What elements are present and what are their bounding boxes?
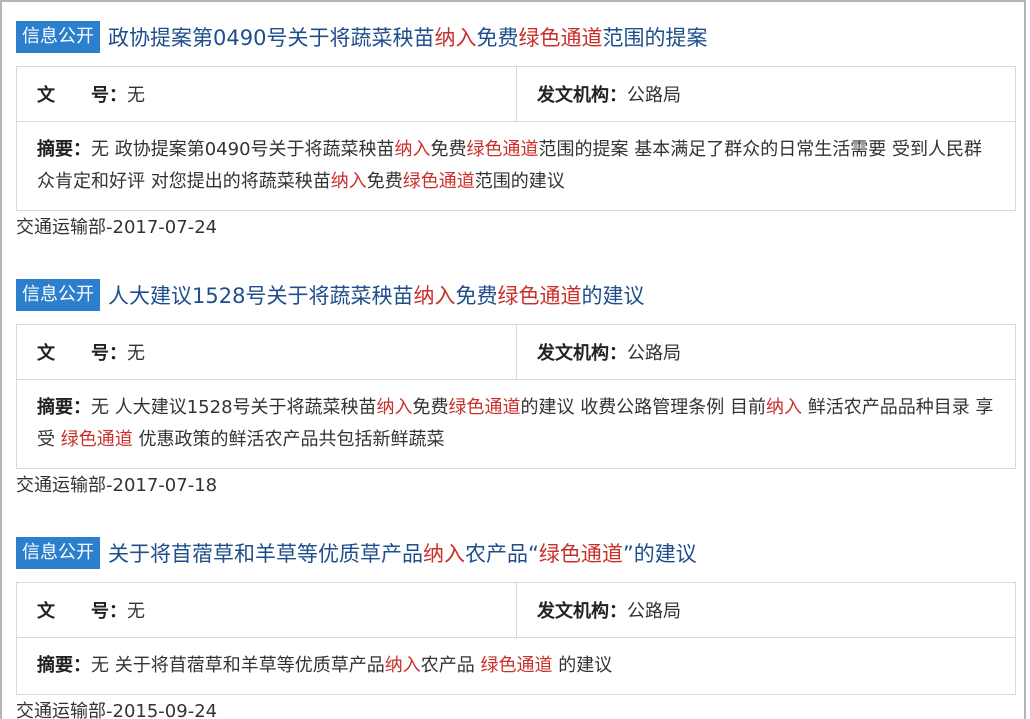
abstract: 摘要：无 关于将苜蓿草和羊草等优质草产品纳入农产品 绿色通道 的建议 bbox=[17, 638, 1015, 694]
result-info-box: 文号：无 发文机构： 公路局 摘要：无 人大建议1528号关于将蔬菜秧苗纳入免费绿… bbox=[16, 324, 1016, 469]
result-title-row: 信息公开 人大建议1528号关于将蔬菜秧苗纳入免费绿色通道的建议 bbox=[16, 278, 1016, 312]
title-text: 免费 bbox=[476, 26, 519, 50]
doc-number-label-char: 文 bbox=[37, 85, 55, 106]
doc-number-value: 无 bbox=[127, 601, 145, 622]
title-highlight: 纳入 bbox=[413, 284, 456, 308]
abstract-text: 的建议 bbox=[552, 655, 613, 676]
doc-number-cell: 文 号：无 bbox=[17, 583, 516, 637]
abstract-text: 农产品 bbox=[420, 655, 481, 676]
abstract-text: 免费 bbox=[412, 397, 449, 418]
result-title-row: 信息公开 关于将苜蓿草和羊草等优质草产品纳入农产品“绿色通道”的建议 bbox=[16, 536, 1016, 570]
issuer-value: 公路局 bbox=[627, 601, 681, 622]
abstract-highlight: 绿色通道 bbox=[466, 139, 539, 160]
title-text: 免费 bbox=[455, 284, 498, 308]
abstract: 摘要：无 人大建议1528号关于将蔬菜秧苗纳入免费绿色通道的建议 收费公路管理条… bbox=[17, 380, 1015, 468]
issuer-cell: 发文机构： 公路局 bbox=[516, 325, 1015, 379]
abstract-text: 免费 bbox=[430, 139, 467, 160]
doc-number-label: 文 号： bbox=[37, 597, 127, 623]
title-highlight: 纳入 bbox=[423, 542, 465, 566]
doc-number-label-char: 号： bbox=[91, 343, 127, 364]
abstract-highlight: 纳入 bbox=[765, 397, 802, 418]
category-badge[interactable]: 信息公开 bbox=[16, 21, 100, 53]
result-info-box: 文 号：无 发文机构： 公路局 摘要：无 关于将苜蓿草和羊草等优质草产品纳入农产品 … bbox=[16, 582, 1016, 695]
search-result: 信息公开 政协提案第0490号关于将蔬菜秧苗纳入免费绿色通道范围的提案 文号：无… bbox=[16, 20, 1016, 241]
abstract-text: 的建议 收费公路管理条例 目前 bbox=[520, 397, 766, 418]
search-result: 信息公开 关于将苜蓿草和羊草等优质草产品纳入农产品“绿色通道”的建议 文号：无 … bbox=[16, 536, 1016, 719]
title-text: ”的建议 bbox=[622, 542, 697, 566]
search-result: 信息公开 人大建议1528号关于将蔬菜秧苗纳入免费绿色通道的建议 文号：无 发文… bbox=[16, 278, 1016, 499]
doc-number-value: 无 bbox=[127, 85, 145, 106]
issuer-label: 发文机构： bbox=[537, 601, 627, 622]
source-date: 交通运输部-2017-07-24 bbox=[16, 217, 218, 238]
doc-number-cell: 文 号：无 bbox=[17, 325, 516, 379]
abstract-text: 范围的建议 bbox=[474, 171, 565, 192]
abstract-label: 摘要： bbox=[37, 397, 91, 418]
abstract-highlight: 纳入 bbox=[330, 171, 367, 192]
doc-number-value: 无 bbox=[127, 343, 145, 364]
abstract: 摘要：无 政协提案第0490号关于将蔬菜秧苗纳入免费绿色通道范围的提案 基本满足… bbox=[17, 122, 1015, 210]
results-frame: 信息公开 政协提案第0490号关于将蔬菜秧苗纳入免费绿色通道范围的提案 文号：无… bbox=[0, 0, 1026, 719]
issuer-label: 发文机构： bbox=[537, 85, 627, 106]
category-badge[interactable]: 信息公开 bbox=[16, 279, 100, 311]
meta-row: 文 号：无 发文机构： 公路局 bbox=[17, 325, 1015, 380]
doc-number-label: 文 号： bbox=[37, 81, 127, 107]
doc-number-label-char: 文 bbox=[37, 601, 55, 622]
result-info-box: 文号：无 发文机构： 公路局 摘要：无 政协提案第0490号关于将蔬菜秧苗纳入免费… bbox=[16, 66, 1016, 211]
title-text: 关于将苜蓿草和羊草等优质草产品 bbox=[108, 542, 423, 566]
category-badge[interactable]: 信息公开 bbox=[16, 537, 100, 569]
abstract-highlight: 纳入 bbox=[376, 397, 413, 418]
abstract-highlight: 纳入 bbox=[394, 139, 431, 160]
title-highlight: 纳入 bbox=[434, 26, 477, 50]
result-title-link[interactable]: 人大建议1528号关于将蔬菜秧苗纳入免费绿色通道的建议 bbox=[108, 280, 644, 310]
result-title-link[interactable]: 关于将苜蓿草和羊草等优质草产品纳入农产品“绿色通道”的建议 bbox=[108, 538, 697, 568]
meta-row: 文 号：无 发文机构： 公路局 bbox=[17, 67, 1015, 122]
abstract-text: 无 人大建议1528号关于将蔬菜秧苗 bbox=[91, 397, 377, 418]
title-text: 人大建议1528号关于将蔬菜秧苗 bbox=[108, 284, 414, 308]
abstract-text: 无 关于将苜蓿草和羊草等优质草产品 bbox=[91, 655, 385, 676]
source-date: 交通运输部-2017-07-18 bbox=[16, 475, 218, 496]
source-date: 交通运输部-2015-09-24 bbox=[16, 701, 218, 719]
issuer-label: 发文机构： bbox=[537, 343, 627, 364]
abstract-highlight: 绿色通道 bbox=[402, 171, 475, 192]
title-text: 政协提案第0490号关于将蔬菜秧苗 bbox=[108, 26, 435, 50]
abstract-text: 优惠政策的鲜活农产品共包括新鲜蔬菜 bbox=[132, 429, 445, 450]
issuer-value: 公路局 bbox=[627, 343, 681, 364]
abstract-highlight: 绿色通道 bbox=[448, 397, 521, 418]
doc-number-label-char: 号： bbox=[91, 601, 127, 622]
title-highlight: 绿色通道 bbox=[538, 542, 623, 566]
title-text: 范围的提案 bbox=[602, 26, 708, 50]
title-highlight: 绿色通道 bbox=[497, 284, 582, 308]
issuer-cell: 发文机构： 公路局 bbox=[516, 583, 1015, 637]
abstract-text: 无 政协提案第0490号关于将蔬菜秧苗 bbox=[91, 139, 395, 160]
result-title-link[interactable]: 政协提案第0490号关于将蔬菜秧苗纳入免费绿色通道范围的提案 bbox=[108, 22, 707, 52]
result-title-row: 信息公开 政协提案第0490号关于将蔬菜秧苗纳入免费绿色通道范围的提案 bbox=[16, 20, 1016, 54]
abstract-text: 免费 bbox=[366, 171, 403, 192]
doc-number-label-char: 号： bbox=[91, 85, 127, 106]
doc-number-label-char: 文 bbox=[37, 343, 55, 364]
issuer-value: 公路局 bbox=[627, 85, 681, 106]
title-text: 的建议 bbox=[581, 284, 645, 308]
abstract-highlight: 绿色通道 bbox=[480, 655, 553, 676]
abstract-highlight: 绿色通道 bbox=[60, 429, 133, 450]
doc-number-cell: 文 号：无 bbox=[17, 67, 516, 121]
issuer-cell: 发文机构： 公路局 bbox=[516, 67, 1015, 121]
title-highlight: 绿色通道 bbox=[518, 26, 603, 50]
abstract-highlight: 纳入 bbox=[384, 655, 421, 676]
title-text: 农产品“ bbox=[465, 542, 539, 566]
meta-row: 文 号：无 发文机构： 公路局 bbox=[17, 583, 1015, 638]
abstract-label: 摘要： bbox=[37, 655, 91, 676]
abstract-label: 摘要： bbox=[37, 139, 91, 160]
doc-number-label: 文 号： bbox=[37, 339, 127, 365]
